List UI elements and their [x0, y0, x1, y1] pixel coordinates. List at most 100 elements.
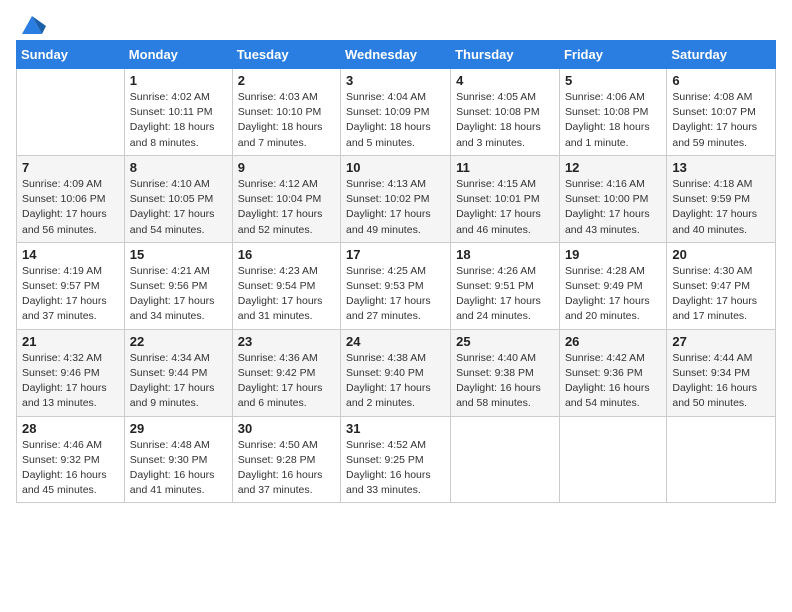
- calendar-cell: 5Sunrise: 4:06 AMSunset: 10:08 PMDayligh…: [559, 69, 666, 156]
- day-number: 23: [238, 334, 335, 349]
- day-number: 25: [456, 334, 554, 349]
- calendar-cell: 26 Sunrise: 4:42 AMSunset: 9:36 PMDayligh…: [559, 329, 666, 416]
- calendar-cell: 10 Sunrise: 4:13 AMSunset: 10:02 PMDaylig…: [341, 155, 451, 242]
- day-info: Sunrise: 4:08 AMSunset: 10:07 PMDaylight…: [672, 90, 770, 151]
- calendar-cell: 8Sunrise: 4:10 AMSunset: 10:05 PMDayligh…: [124, 155, 232, 242]
- day-number: 16: [238, 247, 335, 262]
- day-number: 24: [346, 334, 445, 349]
- calendar-cell: 28 Sunrise: 4:46 AMSunset: 9:32 PMDayligh…: [17, 416, 125, 503]
- day-info: Sunrise: 4:32 AMSunset: 9:46 PMDaylight:…: [22, 351, 119, 412]
- calendar-cell: 13 Sunrise: 4:18 AMSunset: 9:59 PMDayligh…: [667, 155, 776, 242]
- day-number: 18: [456, 247, 554, 262]
- day-info: Sunrise: 4:30 AMSunset: 9:47 PMDaylight:…: [672, 264, 770, 325]
- header-cell-sunday: Sunday: [17, 41, 125, 69]
- day-info: Sunrise: 4:25 AMSunset: 9:53 PMDaylight:…: [346, 264, 445, 325]
- day-info: Sunrise: 4:05 AMSunset: 10:08 PMDaylight…: [456, 90, 554, 151]
- day-number: 27: [672, 334, 770, 349]
- calendar-week-4: 21 Sunrise: 4:32 AMSunset: 9:46 PMDayligh…: [17, 329, 776, 416]
- day-info: Sunrise: 4:18 AMSunset: 9:59 PMDaylight:…: [672, 177, 770, 238]
- header-cell-tuesday: Tuesday: [232, 41, 340, 69]
- day-info: Sunrise: 4:52 AMSunset: 9:25 PMDaylight:…: [346, 438, 445, 499]
- logo-icon: [18, 10, 46, 38]
- calendar-week-5: 28 Sunrise: 4:46 AMSunset: 9:32 PMDayligh…: [17, 416, 776, 503]
- day-info: Sunrise: 4:02 AMSunset: 10:11 PMDaylight…: [130, 90, 227, 151]
- day-number: 26: [565, 334, 661, 349]
- day-info: Sunrise: 4:12 AMSunset: 10:04 PMDaylight…: [238, 177, 335, 238]
- day-number: 14: [22, 247, 119, 262]
- day-number: 28: [22, 421, 119, 436]
- calendar-cell: 9 Sunrise: 4:12 AMSunset: 10:04 PMDayligh…: [232, 155, 340, 242]
- calendar-cell: 11 Sunrise: 4:15 AMSunset: 10:01 PMDaylig…: [451, 155, 560, 242]
- day-number: 7: [22, 160, 119, 175]
- calendar-cell: 30Sunrise: 4:50 AMSunset: 9:28 PMDayligh…: [232, 416, 340, 503]
- day-info: Sunrise: 4:38 AMSunset: 9:40 PMDaylight:…: [346, 351, 445, 412]
- header-cell-wednesday: Wednesday: [341, 41, 451, 69]
- calendar-cell: 25 Sunrise: 4:40 AMSunset: 9:38 PMDayligh…: [451, 329, 560, 416]
- day-info: Sunrise: 4:26 AMSunset: 9:51 PMDaylight:…: [456, 264, 554, 325]
- calendar-cell: 1 Sunrise: 4:02 AMSunset: 10:11 PMDayligh…: [124, 69, 232, 156]
- header-cell-friday: Friday: [559, 41, 666, 69]
- day-number: 21: [22, 334, 119, 349]
- calendar-cell: 15Sunrise: 4:21 AMSunset: 9:56 PMDayligh…: [124, 242, 232, 329]
- calendar-header: SundayMondayTuesdayWednesdayThursdayFrid…: [17, 41, 776, 69]
- calendar-week-1: 1 Sunrise: 4:02 AMSunset: 10:11 PMDayligh…: [17, 69, 776, 156]
- day-number: 9: [238, 160, 335, 175]
- calendar-cell: 31 Sunrise: 4:52 AMSunset: 9:25 PMDayligh…: [341, 416, 451, 503]
- day-info: Sunrise: 4:09 AMSunset: 10:06 PMDaylight…: [22, 177, 119, 238]
- day-number: 10: [346, 160, 445, 175]
- header-cell-monday: Monday: [124, 41, 232, 69]
- calendar-body: 1 Sunrise: 4:02 AMSunset: 10:11 PMDayligh…: [17, 69, 776, 503]
- calendar-cell: 27 Sunrise: 4:44 AMSunset: 9:34 PMDayligh…: [667, 329, 776, 416]
- day-number: 17: [346, 247, 445, 262]
- day-number: 20: [672, 247, 770, 262]
- day-info: Sunrise: 4:15 AMSunset: 10:01 PMDaylight…: [456, 177, 554, 238]
- calendar-cell: 2Sunrise: 4:03 AMSunset: 10:10 PMDayligh…: [232, 69, 340, 156]
- day-number: 13: [672, 160, 770, 175]
- day-info: Sunrise: 4:48 AMSunset: 9:30 PMDaylight:…: [130, 438, 227, 499]
- day-info: Sunrise: 4:13 AMSunset: 10:02 PMDaylight…: [346, 177, 445, 238]
- calendar-week-3: 14Sunrise: 4:19 AMSunset: 9:57 PMDayligh…: [17, 242, 776, 329]
- day-number: 15: [130, 247, 227, 262]
- calendar-cell: 14Sunrise: 4:19 AMSunset: 9:57 PMDayligh…: [17, 242, 125, 329]
- calendar-cell: 21 Sunrise: 4:32 AMSunset: 9:46 PMDayligh…: [17, 329, 125, 416]
- calendar-cell: 29 Sunrise: 4:48 AMSunset: 9:30 PMDayligh…: [124, 416, 232, 503]
- calendar-cell: 12 Sunrise: 4:16 AMSunset: 10:00 PMDaylig…: [559, 155, 666, 242]
- calendar-cell: 7 Sunrise: 4:09 AMSunset: 10:06 PMDayligh…: [17, 155, 125, 242]
- header-cell-thursday: Thursday: [451, 41, 560, 69]
- header-cell-saturday: Saturday: [667, 41, 776, 69]
- calendar-cell: [17, 69, 125, 156]
- day-number: 11: [456, 160, 554, 175]
- day-number: 2: [238, 73, 335, 88]
- day-info: Sunrise: 4:10 AMSunset: 10:05 PMDaylight…: [130, 177, 227, 238]
- day-number: 30: [238, 421, 335, 436]
- calendar-cell: 16 Sunrise: 4:23 AMSunset: 9:54 PMDayligh…: [232, 242, 340, 329]
- day-info: Sunrise: 4:40 AMSunset: 9:38 PMDaylight:…: [456, 351, 554, 412]
- calendar-cell: [667, 416, 776, 503]
- day-number: 19: [565, 247, 661, 262]
- day-info: Sunrise: 4:16 AMSunset: 10:00 PMDaylight…: [565, 177, 661, 238]
- day-info: Sunrise: 4:42 AMSunset: 9:36 PMDaylight:…: [565, 351, 661, 412]
- calendar-cell: 3 Sunrise: 4:04 AMSunset: 10:09 PMDayligh…: [341, 69, 451, 156]
- calendar-table: SundayMondayTuesdayWednesdayThursdayFrid…: [16, 40, 776, 503]
- calendar-cell: 23 Sunrise: 4:36 AMSunset: 9:42 PMDayligh…: [232, 329, 340, 416]
- day-number: 5: [565, 73, 661, 88]
- day-info: Sunrise: 4:23 AMSunset: 9:54 PMDaylight:…: [238, 264, 335, 325]
- day-number: 29: [130, 421, 227, 436]
- day-info: Sunrise: 4:44 AMSunset: 9:34 PMDaylight:…: [672, 351, 770, 412]
- day-info: Sunrise: 4:28 AMSunset: 9:49 PMDaylight:…: [565, 264, 661, 325]
- day-number: 6: [672, 73, 770, 88]
- calendar-cell: 19 Sunrise: 4:28 AMSunset: 9:49 PMDayligh…: [559, 242, 666, 329]
- day-info: Sunrise: 4:46 AMSunset: 9:32 PMDaylight:…: [22, 438, 119, 499]
- day-info: Sunrise: 4:36 AMSunset: 9:42 PMDaylight:…: [238, 351, 335, 412]
- calendar-cell: 6 Sunrise: 4:08 AMSunset: 10:07 PMDayligh…: [667, 69, 776, 156]
- calendar-cell: 20 Sunrise: 4:30 AMSunset: 9:47 PMDayligh…: [667, 242, 776, 329]
- day-number: 31: [346, 421, 445, 436]
- day-info: Sunrise: 4:04 AMSunset: 10:09 PMDaylight…: [346, 90, 445, 151]
- logo: [16, 10, 46, 34]
- day-number: 12: [565, 160, 661, 175]
- day-number: 1: [130, 73, 227, 88]
- day-number: 3: [346, 73, 445, 88]
- calendar-cell: 4 Sunrise: 4:05 AMSunset: 10:08 PMDayligh…: [451, 69, 560, 156]
- calendar-week-2: 7 Sunrise: 4:09 AMSunset: 10:06 PMDayligh…: [17, 155, 776, 242]
- day-number: 4: [456, 73, 554, 88]
